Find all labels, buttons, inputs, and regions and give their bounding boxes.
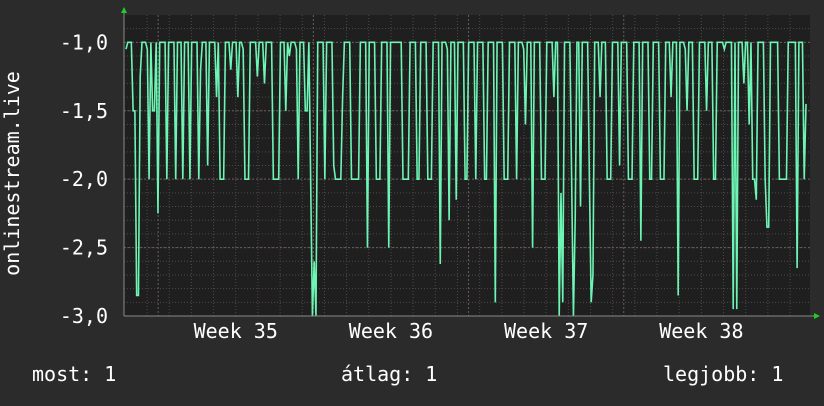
y-tick-label: -2,5 bbox=[60, 236, 108, 260]
y-tick-label: -1,0 bbox=[60, 30, 108, 54]
x-axis-arrow bbox=[814, 313, 820, 319]
rrd-graph-page: { "chart_data": { "type": "line", "ylabe… bbox=[0, 0, 824, 402]
legend-current: most: 1 bbox=[32, 362, 117, 386]
line-chart: -1,0 -1,5 -2,0 -2,5 -3,0 Week 35 Week 36 Week 3… bbox=[0, 7, 820, 343]
x-tick-label: Week 35 bbox=[194, 319, 278, 343]
y-tick-label: -2,0 bbox=[60, 167, 108, 191]
y-tick-label: -1,5 bbox=[60, 99, 108, 123]
x-tick-label: Week 38 bbox=[659, 319, 743, 343]
legend-max: legjobb: 1 bbox=[663, 362, 784, 386]
legend-average: átlag: 1 bbox=[341, 362, 438, 386]
y-tick-label: -3,0 bbox=[60, 304, 108, 328]
chart-root: -1,0 -1,5 -2,0 -2,5 -3,0 Week 35 Week 36 Week 3… bbox=[0, 0, 824, 402]
y-axis-arrow bbox=[121, 7, 127, 13]
x-tick-label: Week 37 bbox=[504, 319, 588, 343]
y-axis-label: onlinestream.live bbox=[0, 71, 24, 276]
x-tick-label: Week 36 bbox=[349, 319, 433, 343]
